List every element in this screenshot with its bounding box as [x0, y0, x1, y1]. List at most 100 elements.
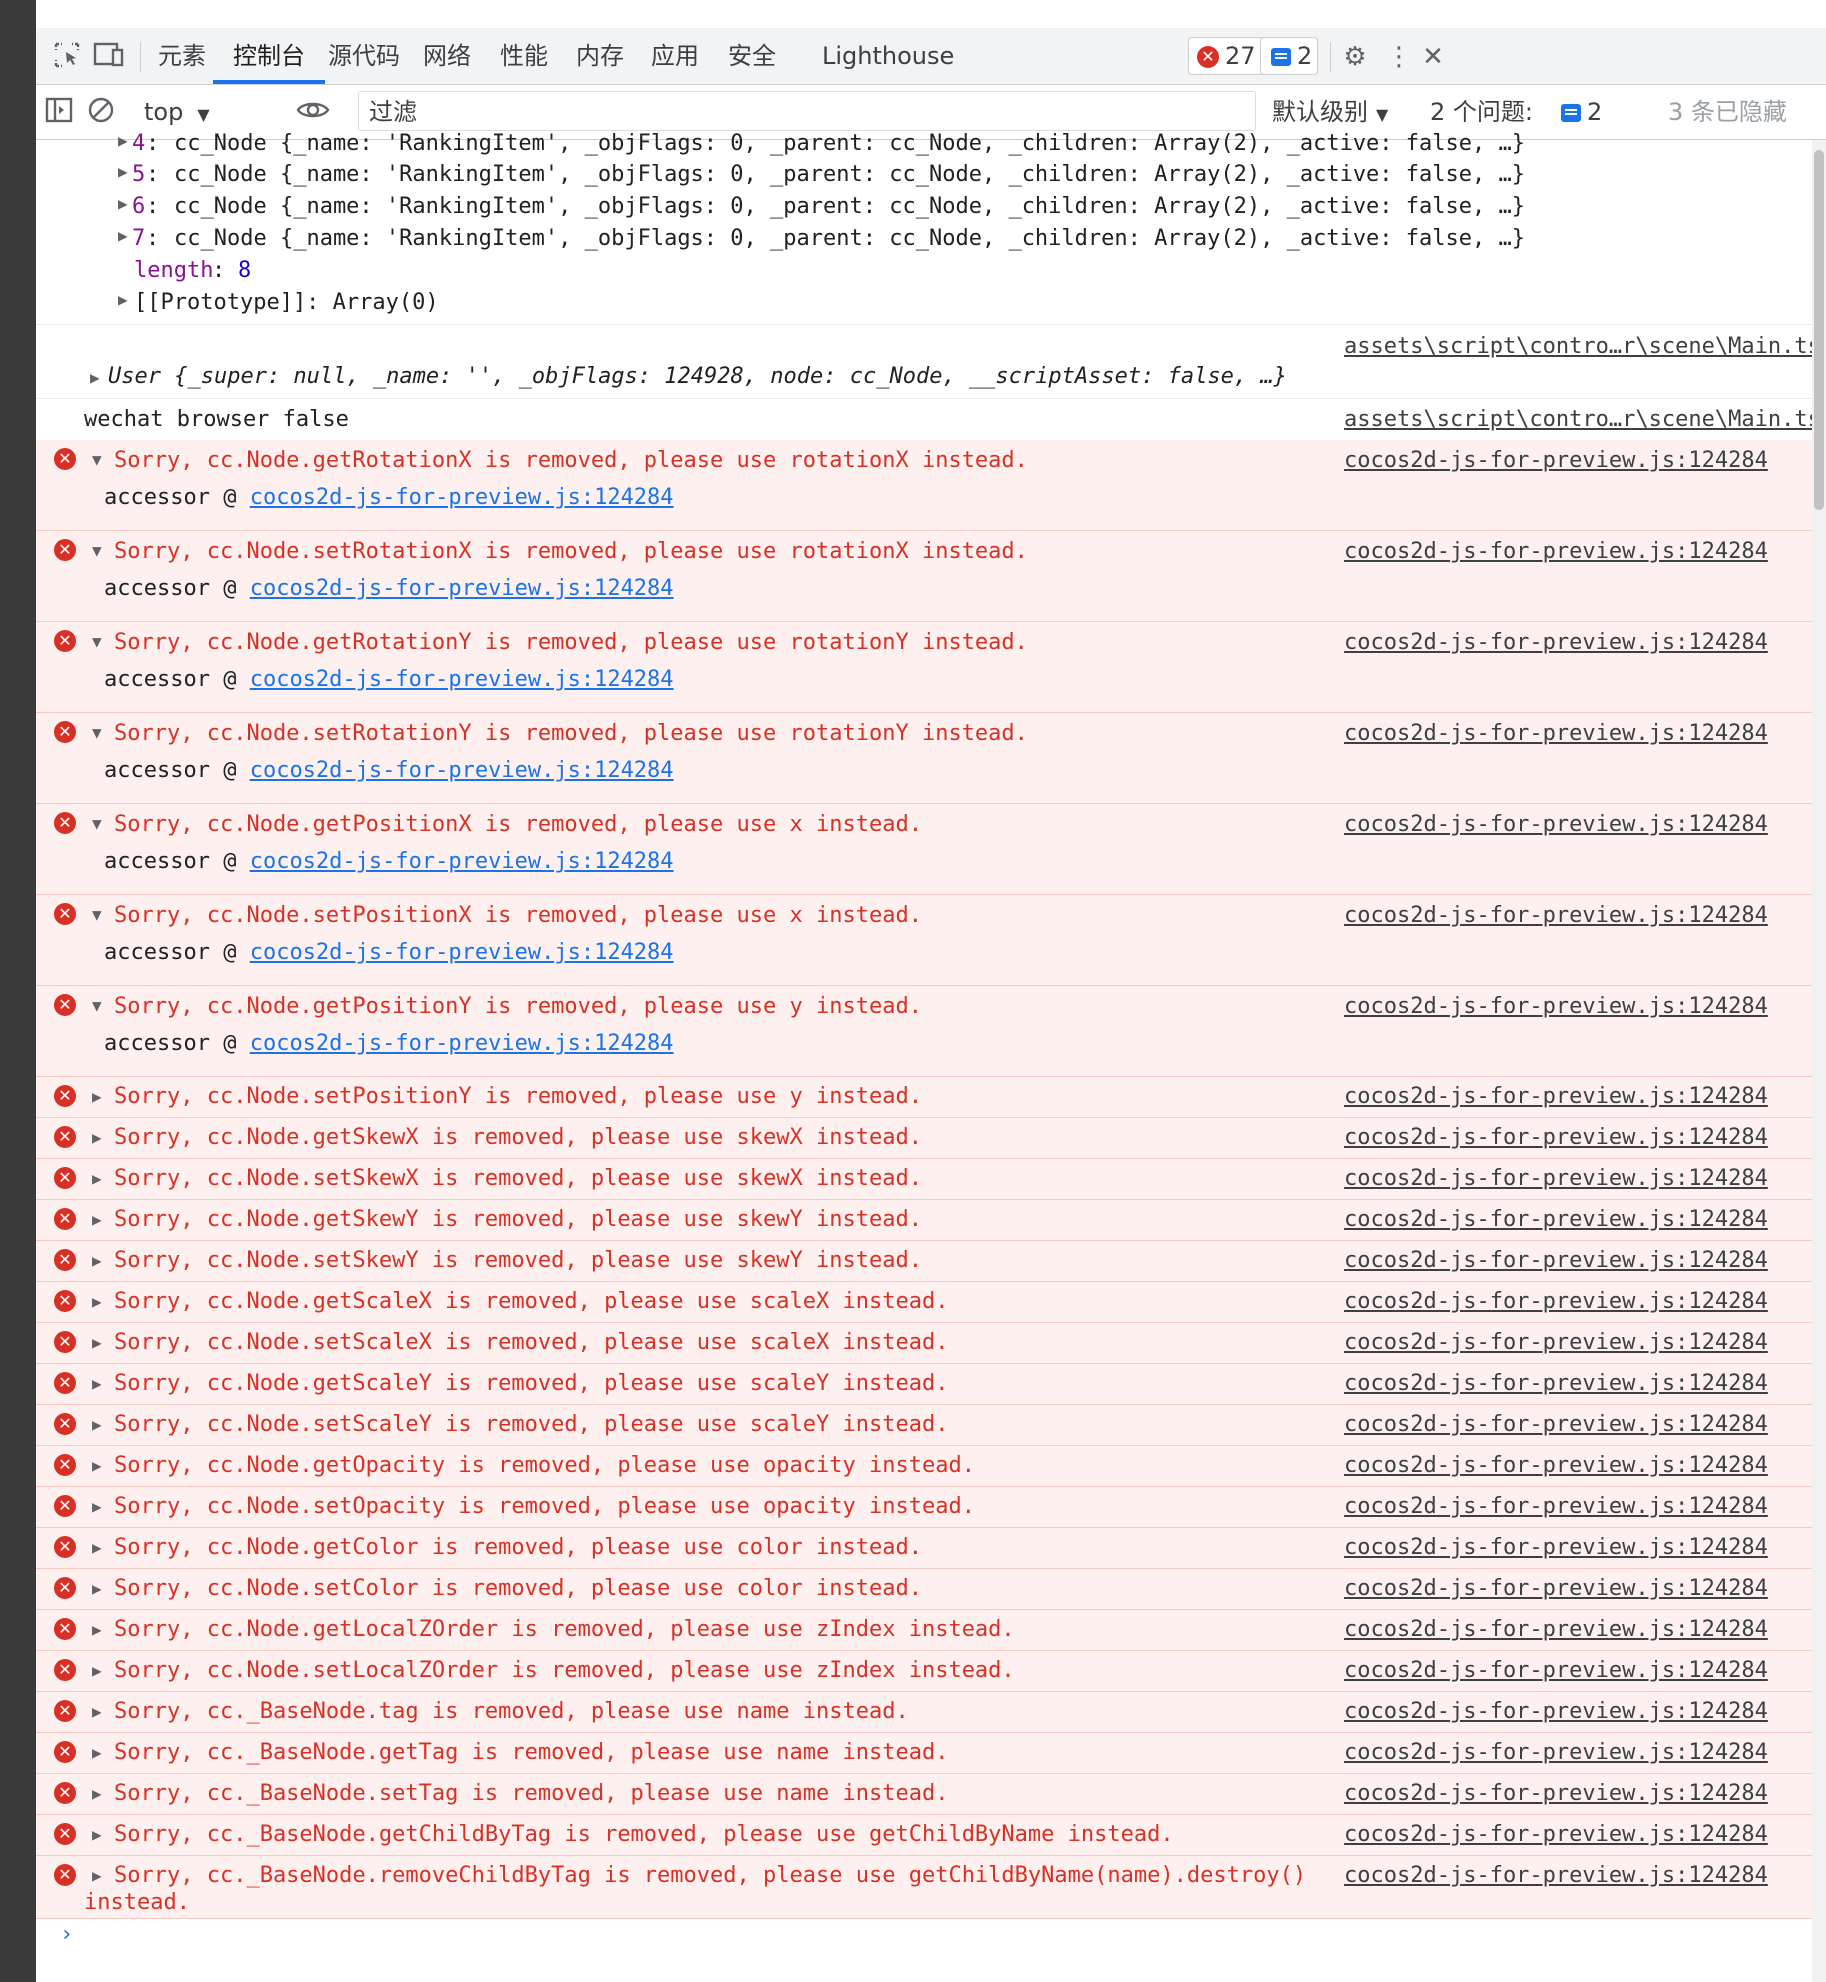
error-source-link[interactable]: cocos2d-js-for-preview.js:124284 — [1344, 1658, 1768, 1683]
error-entry[interactable]: ✕ ▶ Sorry, cc.Node.setColor is removed, … — [36, 1569, 1826, 1610]
error-source-link[interactable]: cocos2d-js-for-preview.js:124284 — [1344, 630, 1768, 655]
error-source-link[interactable]: cocos2d-js-for-preview.js:124284 — [1344, 1740, 1768, 1765]
error-entry[interactable]: ✕ ▶ Sorry, cc._BaseNode.getChildByTag is… — [36, 1815, 1826, 1856]
error-entry[interactable]: ✕ ▶ Sorry, cc.Node.getScaleX is removed,… — [36, 1282, 1826, 1323]
object-tree-prototype[interactable]: ▶ [[Prototype]]: Array(0) — [36, 290, 1826, 320]
tab-elements[interactable]: 元素 — [158, 28, 206, 84]
error-source-link[interactable]: cocos2d-js-for-preview.js:124284 — [1344, 1330, 1768, 1355]
error-source-link[interactable]: cocos2d-js-for-preview.js:124284 — [1344, 1125, 1768, 1150]
tab-application[interactable]: 应用 — [651, 28, 699, 84]
error-source-link[interactable]: cocos2d-js-for-preview.js:124284 — [1344, 448, 1768, 473]
tab-performance[interactable]: 性能 — [500, 28, 548, 84]
expand-triangle-icon[interactable]: ▶ — [92, 1251, 102, 1270]
expand-triangle-icon[interactable]: ▶ — [92, 1825, 102, 1844]
stack-link[interactable]: cocos2d-js-for-preview.js:124284 — [250, 758, 674, 783]
error-entry[interactable]: ✕ ▶ Sorry, cc._BaseNode.removeChildByTag… — [36, 1856, 1826, 1919]
error-entry[interactable]: ✕ ▶ Sorry, cc.Node.setScaleX is removed,… — [36, 1323, 1826, 1364]
expand-triangle-icon[interactable]: ▶ — [92, 1128, 102, 1147]
error-source-link[interactable]: cocos2d-js-for-preview.js:124284 — [1344, 539, 1768, 564]
error-source-link[interactable]: cocos2d-js-for-preview.js:124284 — [1344, 1166, 1768, 1191]
collapse-triangle-icon[interactable]: ▼ — [92, 632, 102, 651]
expand-triangle-icon[interactable]: ▶ — [92, 1456, 102, 1475]
expand-triangle-icon[interactable]: ▶ — [92, 1538, 102, 1557]
expand-triangle-icon[interactable]: ▶ — [92, 1702, 102, 1721]
error-source-link[interactable]: cocos2d-js-for-preview.js:124284 — [1344, 1248, 1768, 1273]
error-entry[interactable]: ✕ ▶ Sorry, cc.Node.setLocalZOrder is rem… — [36, 1651, 1826, 1692]
error-source-link[interactable]: cocos2d-js-for-preview.js:124284 — [1344, 1371, 1768, 1396]
expand-triangle-icon[interactable]: ▶ — [92, 1415, 102, 1434]
error-entry[interactable]: ✕ ▶ Sorry, cc.Node.getSkewY is removed, … — [36, 1200, 1826, 1241]
stack-link[interactable]: cocos2d-js-for-preview.js:124284 — [250, 576, 674, 601]
collapse-triangle-icon[interactable]: ▼ — [92, 996, 102, 1015]
error-source-link[interactable]: cocos2d-js-for-preview.js:124284 — [1344, 1084, 1768, 1109]
expand-triangle-icon[interactable]: ▶ — [92, 1333, 102, 1352]
error-entry[interactable]: ✕ ▶ Sorry, cc._BaseNode.getTag is remove… — [36, 1733, 1826, 1774]
stack-link[interactable]: cocos2d-js-for-preview.js:124284 — [250, 1031, 674, 1056]
expand-triangle-icon[interactable]: ▶ — [92, 1784, 102, 1803]
expand-triangle-icon[interactable]: ▶ — [92, 1579, 102, 1598]
live-expression-icon[interactable] — [296, 95, 330, 129]
log-source-link[interactable]: assets\script\contro…r\scene\Main.ts:169 — [1344, 407, 1826, 432]
tab-sources[interactable]: 源代码 — [328, 28, 400, 84]
gear-icon[interactable]: ⚙ — [1338, 40, 1372, 74]
tab-network[interactable]: 网络 — [423, 28, 471, 84]
error-entry[interactable]: ✕ ▶ Sorry, cc.Node.setSkewX is removed, … — [36, 1159, 1826, 1200]
console-prompt[interactable]: › — [60, 1922, 73, 1947]
expand-triangle-icon[interactable]: ▶ — [92, 1497, 102, 1516]
error-entry[interactable]: ✕ ▶ Sorry, cc.Node.setSkewY is removed, … — [36, 1241, 1826, 1282]
error-source-link[interactable]: cocos2d-js-for-preview.js:124284 — [1344, 1576, 1768, 1601]
tab-security[interactable]: 安全 — [728, 28, 776, 84]
object-tree-item[interactable]: ▶ 6: cc_Node {_name: 'RankingItem', _obj… — [36, 194, 1826, 224]
error-source-link[interactable]: cocos2d-js-for-preview.js:124284 — [1344, 721, 1768, 746]
stack-link[interactable]: cocos2d-js-for-preview.js:124284 — [250, 667, 674, 692]
error-entry[interactable]: ✕ ▶ Sorry, cc.Node.getScaleY is removed,… — [36, 1364, 1826, 1405]
tab-lighthouse[interactable]: Lighthouse — [822, 28, 954, 84]
stack-link[interactable]: cocos2d-js-for-preview.js:124284 — [250, 485, 674, 510]
close-icon[interactable]: ✕ — [1416, 40, 1450, 74]
error-entry[interactable]: ✕ ▶ Sorry, cc.Node.getOpacity is removed… — [36, 1446, 1826, 1487]
expand-triangle-icon[interactable]: ▶ — [92, 1087, 102, 1106]
expand-triangle-icon[interactable]: ▶ — [92, 1866, 102, 1885]
expand-triangle-icon[interactable]: ▶ — [92, 1210, 102, 1229]
scrollbar-thumb[interactable] — [1814, 150, 1824, 510]
object-tree-item[interactable]: ▶ 5: cc_Node {_name: 'RankingItem', _obj… — [36, 162, 1826, 192]
error-entry[interactable]: ✕ ▶ Sorry, cc.Node.getLocalZOrder is rem… — [36, 1610, 1826, 1651]
expand-triangle-icon[interactable]: ▶ — [92, 1743, 102, 1762]
collapse-triangle-icon[interactable]: ▼ — [92, 723, 102, 742]
error-source-link[interactable]: cocos2d-js-for-preview.js:124284 — [1344, 1289, 1768, 1314]
error-source-link[interactable]: cocos2d-js-for-preview.js:124284 — [1344, 1822, 1768, 1847]
log-source-link[interactable]: assets\script\contro…r\scene\Main.ts:147 — [1344, 334, 1826, 359]
inspect-element-icon[interactable] — [50, 40, 84, 74]
object-tree-item[interactable]: ▶ 7: cc_Node {_name: 'RankingItem', _obj… — [36, 226, 1826, 256]
expand-triangle-icon[interactable]: ▶ — [92, 1374, 102, 1393]
error-source-link[interactable]: cocos2d-js-for-preview.js:124284 — [1344, 903, 1768, 928]
error-source-link[interactable]: cocos2d-js-for-preview.js:124284 — [1344, 1781, 1768, 1806]
error-entry[interactable]: ✕ ▶ Sorry, cc.Node.getColor is removed, … — [36, 1528, 1826, 1569]
tab-memory[interactable]: 内存 — [576, 28, 624, 84]
message-count-badge[interactable]: 2 — [1260, 37, 1318, 75]
error-source-link[interactable]: cocos2d-js-for-preview.js:124284 — [1344, 1699, 1768, 1724]
error-source-link[interactable]: cocos2d-js-for-preview.js:124284 — [1344, 1535, 1768, 1560]
error-source-link[interactable]: cocos2d-js-for-preview.js:124284 — [1344, 1863, 1768, 1888]
error-entry[interactable]: ✕ ▶ Sorry, cc.Node.setScaleY is removed,… — [36, 1405, 1826, 1446]
error-entry[interactable]: ✕ ▶ Sorry, cc.Node.getSkewX is removed, … — [36, 1118, 1826, 1159]
error-entry[interactable]: ✕ ▶ Sorry, cc.Node.setOpacity is removed… — [36, 1487, 1826, 1528]
expand-triangle-icon[interactable]: ▶ — [92, 1169, 102, 1188]
expand-triangle-icon[interactable]: ▶ — [92, 1661, 102, 1680]
expand-triangle-icon[interactable]: ▶ — [92, 1620, 102, 1639]
stack-link[interactable]: cocos2d-js-for-preview.js:124284 — [250, 940, 674, 965]
object-tree-item[interactable]: ▶ 4: cc_Node {_name: 'RankingItem', _obj… — [36, 131, 1826, 161]
sidebar-toggle-icon[interactable] — [42, 95, 76, 129]
filter-input[interactable]: 过滤 — [358, 91, 1256, 131]
error-source-link[interactable]: cocos2d-js-for-preview.js:124284 — [1344, 994, 1768, 1019]
expand-triangle-icon[interactable]: ▶ — [90, 368, 100, 387]
tab-console[interactable]: 控制台 — [213, 28, 325, 84]
error-entry[interactable]: ✕ ▶ Sorry, cc._BaseNode.tag is removed, … — [36, 1692, 1826, 1733]
collapse-triangle-icon[interactable]: ▼ — [92, 450, 102, 469]
expand-triangle-icon[interactable]: ▶ — [92, 1292, 102, 1311]
error-source-link[interactable]: cocos2d-js-for-preview.js:124284 — [1344, 1207, 1768, 1232]
collapse-triangle-icon[interactable]: ▼ — [92, 814, 102, 833]
error-entry[interactable]: ✕ ▶ Sorry, cc.Node.setPositionY is remov… — [36, 1077, 1826, 1118]
collapse-triangle-icon[interactable]: ▼ — [92, 905, 102, 924]
error-source-link[interactable]: cocos2d-js-for-preview.js:124284 — [1344, 1453, 1768, 1478]
